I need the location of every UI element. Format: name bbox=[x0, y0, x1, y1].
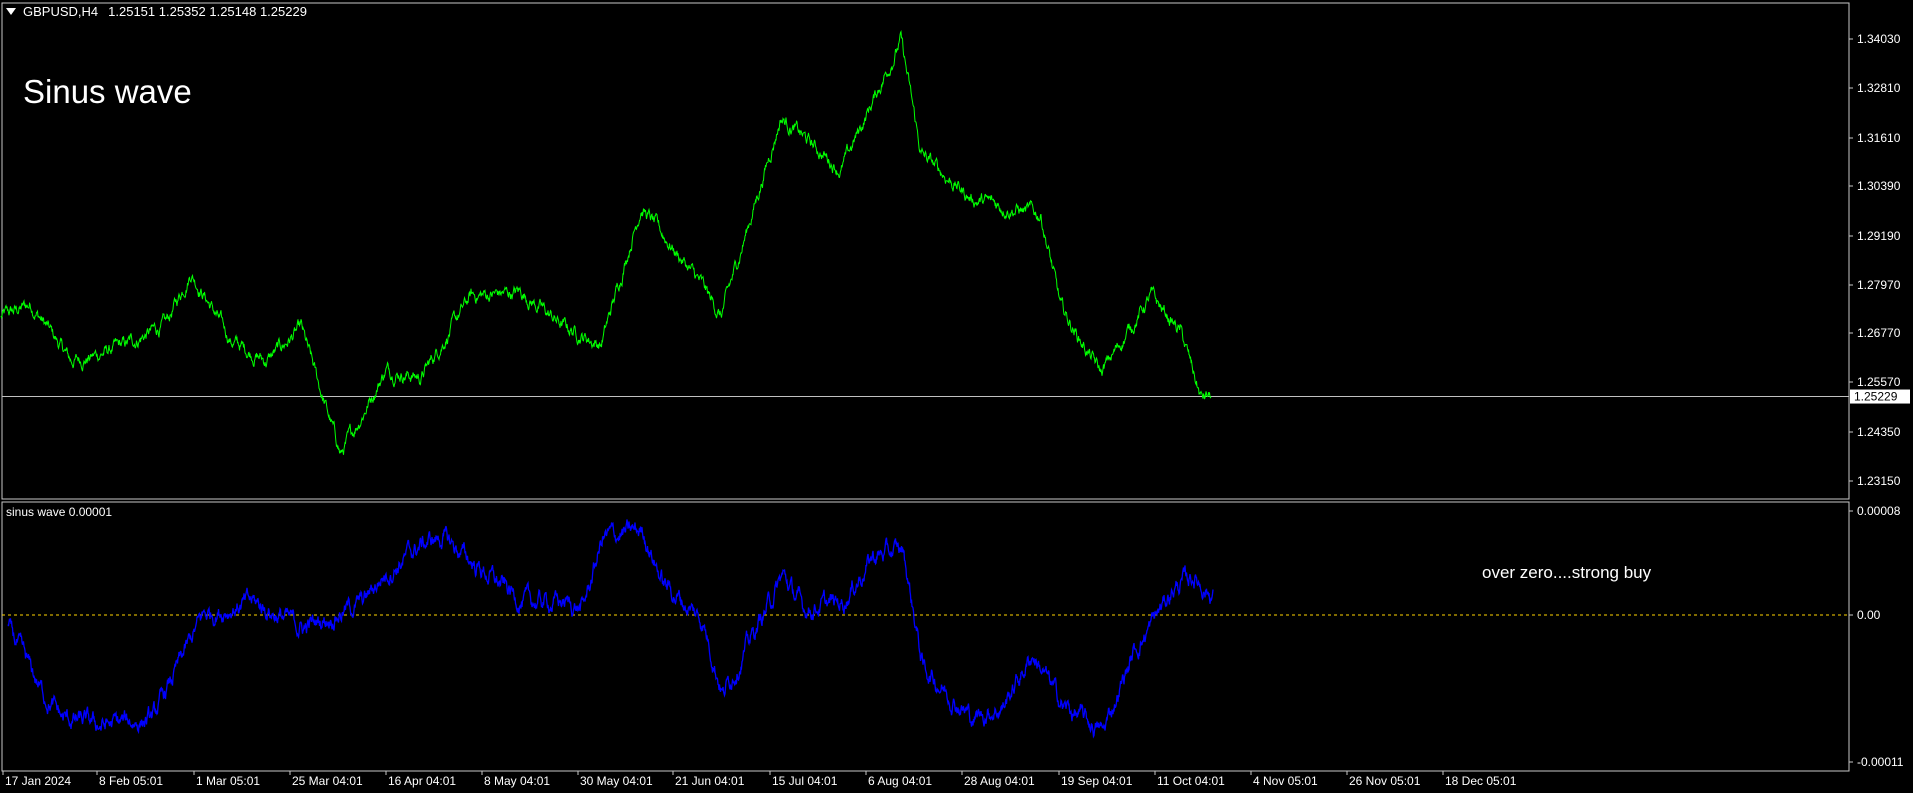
xtick-label: 8 Feb 05:01 bbox=[99, 774, 163, 788]
price-ytick-label: 1.31610 bbox=[1857, 131, 1901, 145]
annotation-text: over zero....strong buy bbox=[1482, 563, 1652, 582]
price-ytick-label: 1.32810 bbox=[1857, 81, 1901, 95]
price-ytick-label: 1.24350 bbox=[1857, 425, 1901, 439]
symbol-label: GBPUSD,H4 bbox=[23, 4, 99, 19]
xtick-label: 17 Jan 2024 bbox=[5, 774, 71, 788]
xtick-label: 30 May 04:01 bbox=[580, 774, 653, 788]
xtick-label: 18 Dec 05:01 bbox=[1445, 774, 1517, 788]
indicator-ytick-label: 0.00 bbox=[1857, 608, 1881, 622]
sinus-wave-series-line bbox=[7, 519, 1214, 739]
ohlc-values: 1.25151 1.25352 1.25148 1.25229 bbox=[108, 4, 307, 19]
xtick-label: 21 Jun 04:01 bbox=[675, 774, 745, 788]
price-ytick-label: 1.30390 bbox=[1857, 179, 1901, 193]
xtick-label: 11 Oct 04:01 bbox=[1157, 774, 1225, 788]
xtick-label: 6 Aug 04:01 bbox=[868, 774, 932, 788]
chart-title-text: Sinus wave bbox=[23, 73, 192, 110]
xtick-label: 8 May 04:01 bbox=[484, 774, 550, 788]
price-pane-border bbox=[1, 2, 1850, 500]
last-price-label: 1.25229 bbox=[1854, 390, 1898, 404]
price-ytick-label: 1.23150 bbox=[1857, 474, 1901, 488]
xtick-label: 28 Aug 04:01 bbox=[964, 774, 1035, 788]
xtick-label: 25 Mar 04:01 bbox=[292, 774, 363, 788]
dropdown-triangle-icon[interactable] bbox=[6, 8, 16, 15]
price-ytick-label: 1.34030 bbox=[1857, 32, 1901, 46]
price-ytick-label: 1.27970 bbox=[1857, 278, 1901, 292]
indicator-pane-border bbox=[1, 501, 1850, 772]
symbol-header[interactable]: GBPUSD,H4 1.25151 1.25352 1.25148 1.2522… bbox=[6, 4, 307, 19]
indicator-title: sinus wave 0.00001 bbox=[6, 505, 113, 519]
xtick-label: 4 Nov 05:01 bbox=[1253, 774, 1318, 788]
price-ytick-label: 1.25570 bbox=[1857, 375, 1901, 389]
xtick-label: 1 Mar 05:01 bbox=[196, 774, 260, 788]
xtick-label: 16 Apr 04:01 bbox=[388, 774, 456, 788]
xtick-label: 15 Jul 04:01 bbox=[772, 774, 838, 788]
price-ytick-label: 1.26770 bbox=[1857, 326, 1901, 340]
price-ytick-label: 1.29190 bbox=[1857, 229, 1901, 243]
xtick-label: 26 Nov 05:01 bbox=[1349, 774, 1421, 788]
xtick-label: 19 Sep 04:01 bbox=[1061, 774, 1133, 788]
indicator-ytick-label: -0.00011 bbox=[1857, 755, 1904, 769]
indicator-ytick-label: 0.00008 bbox=[1857, 504, 1901, 518]
chart-canvas: 1.34030 1.32810 1.31610 1.30390 1.29190 1.279… bbox=[0, 2, 1910, 788]
